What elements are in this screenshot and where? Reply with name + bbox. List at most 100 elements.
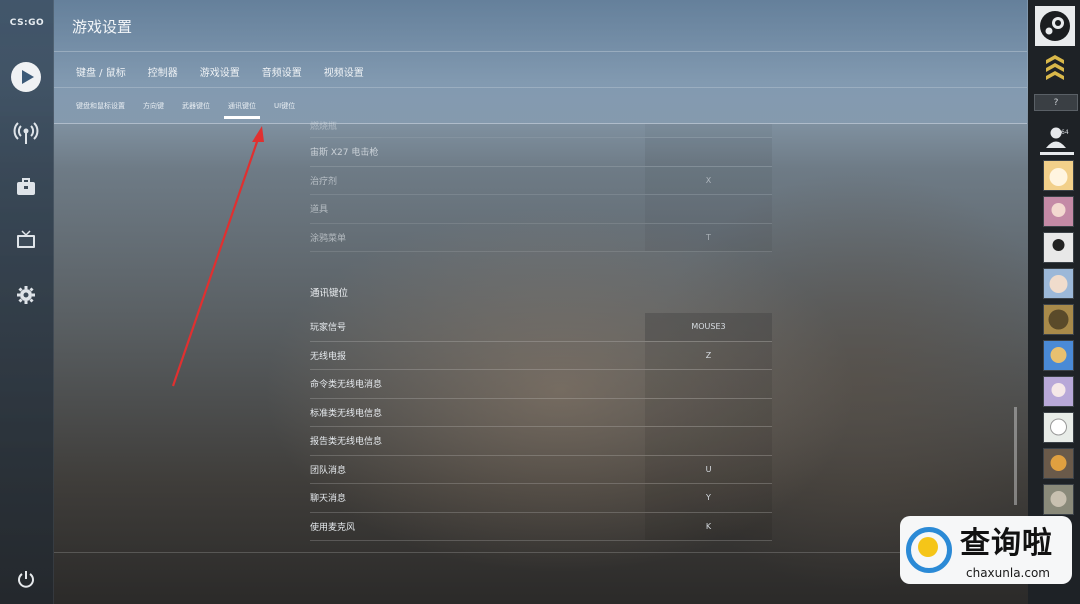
csgo-logo[interactable]: CS:GO	[6, 18, 48, 28]
communication-keys-list: 玩家信号 MOUSE3 无线电报 Z 命令类无线电消息 标准类无线电信息 报告类…	[310, 313, 772, 541]
avatar-image	[1044, 341, 1073, 370]
divider	[54, 552, 1027, 553]
tab-audio-settings[interactable]: 音频设置	[262, 64, 302, 79]
subtab-communication-keys[interactable]: 通讯键位	[224, 101, 260, 119]
tab-keyboard-mouse[interactable]: 键盘 / 鼠标	[76, 64, 126, 79]
tab-game-settings[interactable]: 游戏设置	[200, 64, 240, 79]
scrollbar[interactable]	[1014, 407, 1017, 505]
page-title: 游戏设置	[72, 18, 133, 36]
binding-label: 治疗剂	[310, 176, 338, 187]
friend-avatar[interactable]	[1043, 160, 1074, 191]
subtab-keyboard-mouse-settings[interactable]: 键盘和鼠标设置	[76, 101, 125, 111]
binding-label: 团队消息	[310, 465, 347, 476]
friend-avatar[interactable]	[1043, 232, 1074, 263]
binding-label: 涂鸦菜单	[310, 233, 347, 244]
friends-bar	[1040, 152, 1074, 155]
broadcast-icon	[13, 122, 39, 144]
settings-button[interactable]	[9, 278, 43, 312]
list-item[interactable]: 使用麦克风 K	[310, 512, 772, 541]
watch-button[interactable]	[9, 224, 43, 258]
steam-button[interactable]	[1035, 6, 1075, 46]
settings-header: 游戏设置 键盘 / 鼠标 控制器 游戏设置 音频设置 视频设置 键盘和鼠标设置 …	[54, 0, 1027, 124]
list-item[interactable]: 道具	[310, 195, 772, 224]
list-item[interactable]: 燃烧瓶	[310, 122, 772, 138]
binding-key[interactable]	[645, 195, 772, 223]
binding-label: 标准类无线电信息	[310, 408, 383, 419]
subtab-ui-keys[interactable]: UI键位	[274, 101, 295, 111]
tab-video-settings[interactable]: 视频设置	[324, 64, 364, 79]
list-item[interactable]: 涂鸦菜单 T	[310, 223, 772, 252]
section-title: 通讯键位	[310, 288, 349, 299]
binding-label: 命令类无线电消息	[310, 380, 383, 391]
friend-avatar[interactable]	[1043, 412, 1074, 443]
binding-key[interactable]	[645, 138, 772, 166]
binding-key[interactable]	[645, 370, 772, 398]
binding-key[interactable]: MOUSE3	[645, 313, 772, 341]
watermark-url: chaxunla.com	[966, 566, 1050, 580]
friends-count: 64	[1061, 129, 1069, 136]
binding-key[interactable]: Y	[645, 484, 772, 512]
broadcast-button[interactable]	[9, 116, 43, 150]
rank-icon[interactable]	[1044, 54, 1066, 84]
list-item[interactable]: 宙斯 X27 电击枪	[310, 138, 772, 167]
binding-label: 宙斯 X27 电击枪	[310, 148, 379, 159]
friend-avatar[interactable]	[1043, 484, 1074, 515]
tv-icon	[17, 230, 35, 248]
friend-avatar[interactable]	[1043, 340, 1074, 371]
binding-label: 报告类无线电信息	[310, 437, 383, 448]
friend-avatar[interactable]	[1043, 376, 1074, 407]
divider	[54, 51, 1027, 52]
watermark-logo-dot	[918, 537, 938, 557]
binding-key[interactable]	[645, 427, 772, 455]
binding-key[interactable]	[645, 124, 772, 137]
friend-avatar[interactable]	[1043, 196, 1074, 227]
inventory-icon	[17, 178, 35, 195]
binding-label: 聊天消息	[310, 494, 347, 505]
list-item[interactable]: 聊天消息 Y	[310, 484, 772, 513]
binding-label: 使用麦克风	[310, 522, 356, 533]
binding-key[interactable]: Z	[645, 341, 772, 369]
avatar-image	[1044, 305, 1073, 334]
list-item[interactable]: 命令类无线电消息	[310, 370, 772, 399]
avatar-image	[1044, 197, 1073, 226]
steam-icon	[1040, 11, 1070, 41]
avatar-image	[1044, 485, 1073, 514]
binding-label: 燃烧瓶	[310, 122, 338, 132]
list-item[interactable]: 治疗剂 X	[310, 166, 772, 195]
friend-avatar[interactable]	[1043, 268, 1074, 299]
power-icon	[18, 571, 34, 588]
tab-controller[interactable]: 控制器	[148, 64, 178, 79]
list-item[interactable]: 无线电报 Z	[310, 341, 772, 370]
avatar-image	[1044, 269, 1073, 298]
friend-avatar[interactable]	[1043, 304, 1074, 335]
list-item[interactable]: 标准类无线电信息	[310, 398, 772, 427]
list-item[interactable]: 团队消息 U	[310, 455, 772, 484]
play-button[interactable]	[9, 60, 43, 94]
avatar-image	[1044, 449, 1073, 478]
binding-key[interactable]	[645, 398, 772, 426]
binding-label: 无线电报	[310, 351, 347, 362]
avatar-image	[1044, 161, 1073, 190]
binding-key[interactable]: U	[645, 455, 772, 483]
binding-key[interactable]: K	[645, 512, 772, 540]
avatar-image	[1044, 413, 1073, 442]
list-item[interactable]: 报告类无线电信息	[310, 427, 772, 456]
friend-avatar[interactable]	[1043, 448, 1074, 479]
rank-help-button[interactable]: ?	[1034, 94, 1078, 111]
play-icon	[11, 62, 41, 92]
inventory-button[interactable]	[9, 170, 43, 204]
avatar-image	[1044, 233, 1073, 262]
list-item[interactable]: 玩家信号 MOUSE3	[310, 313, 772, 342]
watermark-title: 查询啦	[960, 526, 1053, 561]
left-nav-rail: CS:GO	[0, 0, 54, 604]
gear-icon	[17, 286, 35, 304]
binding-label: 道具	[310, 205, 329, 216]
subtab-movement-keys[interactable]: 方向键	[143, 101, 164, 111]
subtab-weapon-keys[interactable]: 武器键位	[182, 101, 210, 111]
divider	[54, 87, 1027, 88]
quit-button[interactable]	[9, 562, 43, 596]
binding-key[interactable]: X	[645, 166, 772, 194]
weapon-keys-list: 燃烧瓶 宙斯 X27 电击枪 治疗剂 X 道具 涂鸦菜单 T	[310, 122, 772, 252]
binding-key[interactable]: T	[645, 223, 772, 251]
sub-tabs: 键盘和鼠标设置 方向键 武器键位 通讯键位 UI键位	[76, 101, 295, 119]
